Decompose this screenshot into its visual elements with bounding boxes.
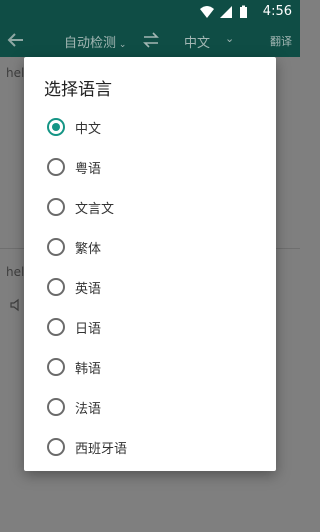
language-dialog: 选择语言 中文 粤语 文言文 繁体 英语 日语 韩语 法语 西班牙语 (24, 57, 276, 471)
language-option[interactable]: 韩语 (24, 347, 276, 387)
language-option[interactable]: 文言文 (24, 187, 276, 227)
signal-icon (220, 6, 232, 18)
status-time: 4:56 (262, 4, 292, 19)
battery-icon (240, 5, 247, 18)
radio-unchecked-icon[interactable] (47, 278, 65, 296)
language-option[interactable]: 粤语 (24, 147, 276, 187)
radio-unchecked-icon[interactable] (47, 438, 65, 456)
radio-checked-icon[interactable] (47, 118, 65, 136)
option-label: 英语 (75, 282, 102, 297)
language-option[interactable]: 繁体 (24, 227, 276, 267)
target-language-label[interactable]: 中文 (184, 32, 210, 51)
option-label: 法语 (75, 402, 102, 417)
status-bar: 4:56 (0, 0, 300, 24)
option-label: 韩语 (75, 362, 102, 377)
language-options-list: 中文 粤语 文言文 繁体 英语 日语 韩语 法语 西班牙语 (24, 107, 276, 471)
swap-languages-icon[interactable] (143, 31, 159, 49)
output-text: hel (6, 265, 25, 279)
app-bar: 自动检测 ⌄ 中文 ⌄ 翻译 (0, 24, 300, 57)
option-label: 日语 (75, 322, 102, 337)
language-option[interactable]: 泰语 (24, 467, 276, 471)
dialog-title: 选择语言 (44, 80, 112, 100)
source-language-selector[interactable]: 自动检测 ⌄ (64, 32, 126, 51)
radio-unchecked-icon[interactable] (47, 198, 65, 216)
back-arrow-icon[interactable] (6, 30, 26, 50)
language-option[interactable]: 日语 (24, 307, 276, 347)
language-option[interactable]: 英语 (24, 267, 276, 307)
option-label: 中文 (75, 122, 102, 137)
chevron-down-icon: ⌄ (116, 40, 127, 50)
source-language-label: 自动检测 (64, 36, 117, 51)
language-option[interactable]: 西班牙语 (24, 427, 276, 467)
chevron-down-icon[interactable]: ⌄ (225, 32, 234, 45)
translate-button[interactable]: 翻译 (270, 33, 292, 49)
radio-unchecked-icon[interactable] (47, 358, 65, 376)
option-label: 繁体 (75, 242, 102, 257)
option-label: 文言文 (75, 202, 115, 217)
input-text: hel (6, 66, 25, 80)
speaker-icon[interactable] (10, 298, 24, 312)
radio-unchecked-icon[interactable] (47, 398, 65, 416)
radio-unchecked-icon[interactable] (47, 318, 65, 336)
radio-unchecked-icon[interactable] (47, 158, 65, 176)
wifi-icon (200, 6, 214, 18)
language-option[interactable]: 中文 (24, 107, 276, 147)
option-label: 粤语 (75, 162, 102, 177)
option-label: 西班牙语 (75, 442, 128, 457)
language-option[interactable]: 法语 (24, 387, 276, 427)
radio-unchecked-icon[interactable] (47, 238, 65, 256)
status-icons (200, 5, 247, 18)
